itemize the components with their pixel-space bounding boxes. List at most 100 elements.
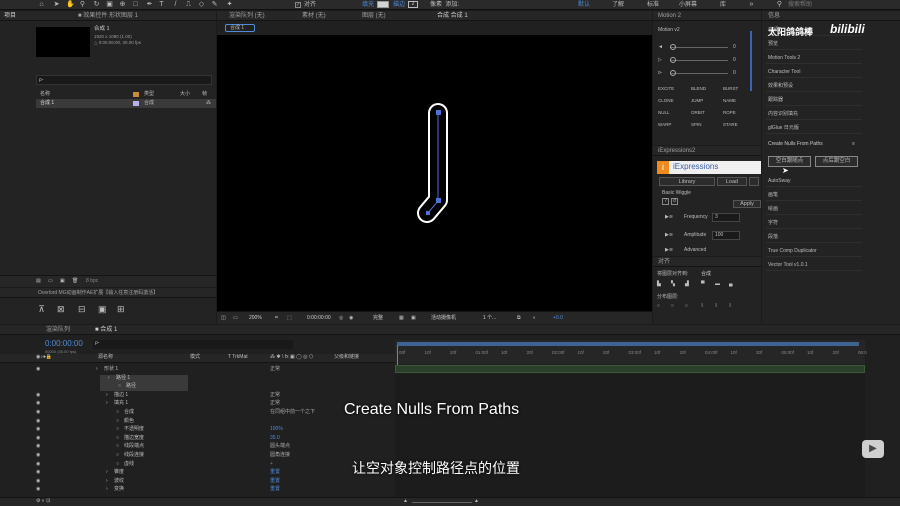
slider-row-1[interactable]: ◄ 0 — [658, 44, 742, 51]
layer-property-row[interactable]: ◉ ○ 合成 在同组中前一个之下 — [0, 409, 395, 417]
iexp-apply-button[interactable]: Apply — [733, 200, 761, 208]
project-search-input[interactable]: ρ- — [36, 75, 212, 85]
panel-content-aware-fill[interactable]: 内容识别填充 — [766, 108, 862, 120]
property-value[interactable]: 重置 — [270, 486, 280, 493]
visibility-icon[interactable]: ◉ — [36, 443, 40, 450]
layer-property-row[interactable]: ◉ › 锥度 重置 — [0, 469, 395, 477]
distribute-vcenter-icon[interactable]: ≡ — [671, 303, 674, 310]
brush-tool-icon[interactable]: / — [172, 1, 179, 8]
stroke-width-field[interactable]: 2 — [408, 1, 418, 8]
panel-glglue[interactable]: glGlue 日元版 — [766, 122, 862, 134]
panel-paint[interactable]: 绘画 — [766, 203, 862, 215]
motion-version-select[interactable]: Motion v2 — [658, 27, 680, 34]
new-comp-icon[interactable]: ▣ — [60, 278, 65, 285]
tab-project[interactable]: 项目 — [4, 12, 16, 20]
exposure-value[interactable]: +0.0 — [553, 315, 563, 322]
align-right-icon[interactable]: ▟ — [685, 281, 689, 288]
panel-true-comp-duplicator[interactable]: True Comp Duplicator — [766, 245, 862, 257]
fill-swatch[interactable] — [377, 1, 389, 8]
zoom-out-icon[interactable]: ▲ — [403, 498, 408, 505]
push-icon[interactable]: ⊠ — [57, 305, 65, 314]
workspace-small-screen[interactable]: 小屏幕 — [679, 1, 697, 9]
property-value[interactable]: 重置 — [270, 469, 280, 476]
layer-property-row[interactable]: ◉ ○ 虚线 + — [0, 461, 395, 469]
property-value[interactable]: 100% — [270, 426, 283, 433]
panel-create-nulls[interactable]: Create Nulls From Paths ≡ — [766, 138, 862, 150]
advanced-label[interactable]: Advanced — [684, 247, 706, 254]
visibility-icon[interactable]: ◉ — [36, 409, 40, 416]
layer-property-row[interactable]: ◉ › 波纹 重置 — [0, 478, 395, 486]
visibility-icon[interactable]: ◉ — [36, 418, 40, 425]
timeline-search[interactable]: ρ- — [93, 340, 293, 349]
camera-tool-icon[interactable]: ▣ — [106, 1, 113, 8]
visibility-icon[interactable]: ◉ — [36, 366, 40, 373]
motion-btn-warp[interactable]: WARP — [658, 121, 671, 128]
expand-arrow-icon[interactable]: › — [96, 366, 98, 373]
panel-paragraph[interactable]: 段落 — [766, 231, 862, 243]
visibility-icon[interactable]: ◉ — [36, 392, 40, 399]
window-icon[interactable]: ▣ — [98, 305, 107, 314]
viewer-timecode[interactable]: 0:00:00:00 — [307, 315, 331, 322]
show-snapshot-icon[interactable]: ◉ — [349, 315, 353, 322]
reset-icon[interactable]: ↺ — [671, 198, 678, 205]
expand-arrow-icon[interactable]: › — [108, 375, 110, 382]
iexp-library-button[interactable]: Library — [659, 177, 715, 186]
motion-btn-burst[interactable]: BURST — [723, 85, 738, 92]
layer-property-row[interactable]: ◉ ○ 线段端点 圆头端点 — [0, 443, 395, 451]
panel-character-tool[interactable]: Character Tool — [766, 66, 862, 78]
zoom-tool-icon[interactable]: ⚲ — [79, 1, 86, 8]
create-nulls-button-2[interactable]: 点后跟空白 — [815, 156, 858, 167]
motion-btn-stare[interactable]: STARE — [723, 121, 738, 128]
distribute-hcenter-icon[interactable]: ⦀ — [715, 303, 717, 310]
selection-tool-icon[interactable]: ➤ — [53, 1, 60, 8]
stroke-label[interactable]: 描边 — [393, 1, 405, 9]
visibility-icon[interactable]: ◉ — [36, 400, 40, 407]
motion-btn-rope[interactable]: ROPE — [723, 109, 736, 116]
property-value[interactable]: 35.0 — [270, 435, 280, 442]
toggle-switches-icon[interactable]: ⚙ ◐ ⊡ — [36, 498, 50, 505]
layer-property-row[interactable]: ◉ › 填充 1 正常 — [0, 400, 395, 408]
mask-visibility-icon[interactable]: ⬚ — [287, 315, 292, 322]
tab-comp-timeline[interactable]: ■ 合成 1 — [95, 326, 117, 334]
always-preview-icon[interactable]: ◫ — [221, 315, 226, 322]
expand-arrow-icon[interactable]: › — [106, 392, 108, 399]
timeline-zoom-slider[interactable] — [412, 502, 472, 503]
triangle-icon[interactable]: ⊼ — [38, 305, 45, 314]
eraser-tool-icon[interactable]: ◇ — [198, 1, 205, 8]
roi-icon[interactable]: ▣ — [411, 315, 416, 322]
iexp-extra-button[interactable] — [749, 177, 759, 186]
resolution-select[interactable]: 完整 — [373, 315, 383, 322]
info-tab[interactable]: 信息 — [768, 12, 780, 20]
camera-select[interactable]: 活动摄像机 — [431, 315, 456, 322]
workspace-learn[interactable]: 了解 — [612, 1, 624, 9]
add-icon[interactable]: ⊞ — [117, 305, 125, 314]
more-workspaces-icon[interactable]: » — [748, 1, 755, 8]
motion-btn-jump[interactable]: JUMP — [691, 97, 703, 104]
layer-duration-bar[interactable] — [395, 365, 865, 373]
views-select[interactable]: 1 个... — [483, 315, 496, 322]
panel-tracker[interactable]: 跟踪器 — [766, 94, 862, 106]
col-parent[interactable]: 父级和链接 — [334, 354, 359, 361]
iexp-tab[interactable]: iExpressions2 — [658, 147, 695, 155]
distribute-bottom-icon[interactable]: ≡ — [685, 303, 688, 310]
motion-btn-clone[interactable]: CLONE — [658, 97, 674, 104]
delete-icon[interactable]: 🗑 — [72, 278, 78, 285]
motion-btn-null[interactable]: NULL — [658, 109, 670, 116]
col-frame[interactable]: 帧 — [202, 91, 207, 98]
slider-row-2[interactable]: ▷ 0 — [658, 57, 742, 64]
comp-breadcrumb[interactable]: 合成 1 — [225, 24, 255, 32]
align-vcenter-icon[interactable]: ▬ — [715, 281, 720, 288]
motion-btn-blend[interactable]: BLEND — [691, 85, 706, 92]
distribute-top-icon[interactable]: ≡ — [657, 303, 660, 310]
rectangle-tool-icon[interactable]: □ — [132, 1, 139, 8]
property-value[interactable]: 正常 — [270, 392, 280, 399]
workspace-standard[interactable]: 标准 — [647, 1, 659, 9]
bpc-label[interactable]: 8 bpc — [86, 278, 98, 285]
expand-arrow-icon[interactable]: › — [106, 478, 108, 485]
hand-tool-icon[interactable]: ✋ — [66, 1, 75, 8]
zoom-select[interactable]: 200% — [249, 315, 262, 322]
search-icon[interactable]: ⚲ — [776, 1, 783, 8]
interpret-footage-icon[interactable]: ▤ — [36, 278, 41, 285]
stopwatch-icon[interactable]: ○ — [118, 383, 121, 390]
tab-render-queue[interactable]: 渲染队列 (无) — [229, 12, 265, 20]
